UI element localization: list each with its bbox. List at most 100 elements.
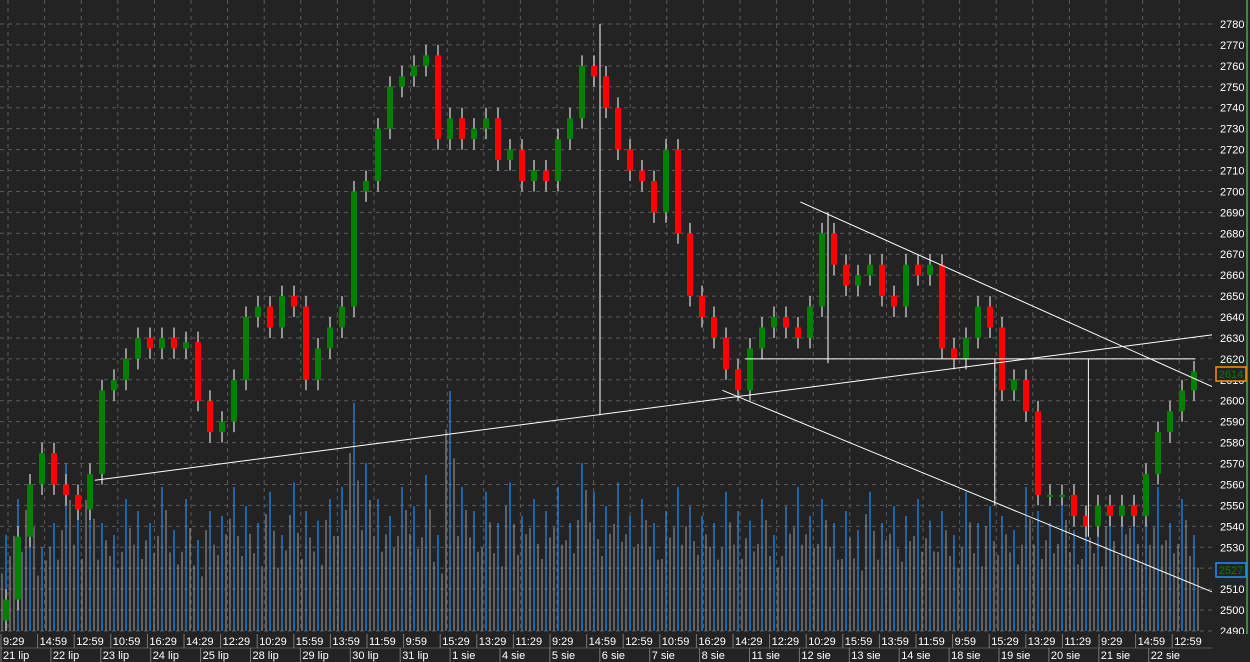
candle-body (1143, 473, 1149, 516)
candle-body (291, 296, 297, 307)
time-label: 10:59 (662, 636, 690, 648)
candle-body (159, 337, 165, 349)
candle-body (951, 348, 957, 359)
candle-body (63, 484, 69, 495)
candle-body (459, 118, 465, 140)
y-tick-label: 2510 (1220, 584, 1244, 596)
candle-body (243, 317, 249, 380)
candle-body (987, 306, 993, 328)
time-label: 11:29 (1064, 636, 1091, 648)
date-label: 21 lip (3, 650, 29, 662)
candle-body (939, 264, 945, 349)
candle-body (519, 149, 525, 181)
time-label: 14:29 (186, 636, 214, 648)
time-label: 10:59 (113, 636, 141, 648)
date-label: 23 lip (103, 650, 129, 662)
candle-body (363, 180, 369, 192)
last-volume-label: 2527 (1219, 565, 1243, 577)
candle-body (1035, 411, 1041, 495)
candle-body (831, 233, 837, 265)
y-tick-label: 2660 (1220, 270, 1244, 282)
candle-body (27, 484, 33, 537)
candle-body (255, 306, 261, 318)
date-label: 1 sie (452, 650, 475, 662)
candle-body (207, 400, 213, 433)
candle-body (723, 337, 729, 370)
last-volume-badge: 2527 (1215, 562, 1247, 578)
candle-body (1191, 371, 1197, 391)
candle-body (1095, 505, 1101, 527)
last-price-badge: 2614 (1215, 366, 1247, 382)
candle-body (303, 306, 309, 380)
y-tick-label: 2760 (1220, 61, 1244, 73)
candle-body (735, 369, 741, 391)
stock-chart[interactable]: 2490250025102520253025402550256025702580… (0, 0, 1250, 662)
candle-body (399, 76, 405, 87)
time-label: 9:29 (3, 636, 24, 648)
candle-body (327, 327, 333, 349)
candle-body (843, 264, 849, 286)
candle-body (171, 337, 177, 349)
candle-body (411, 65, 417, 77)
candle-body (435, 55, 441, 140)
candle-body (3, 599, 9, 621)
y-tick-label: 2670 (1220, 249, 1244, 261)
candle-body (891, 296, 897, 307)
candle-body (879, 264, 885, 297)
time-label: 9:59 (406, 636, 427, 648)
time-label: 13:59 (881, 636, 909, 648)
date-label: 19 sie (1001, 650, 1030, 662)
candle-body (351, 191, 357, 307)
candle-body (543, 170, 549, 181)
date-label: 13 sie (851, 650, 880, 662)
candle-body (51, 453, 57, 485)
candle-body (495, 118, 501, 161)
candle-body (447, 118, 453, 140)
candle-body (1107, 505, 1113, 516)
candle-body (147, 337, 153, 349)
date-label: 21 sie (1101, 650, 1130, 662)
time-label: 12:29 (772, 636, 800, 648)
time-label: 15:29 (991, 636, 1019, 648)
candle-body (795, 327, 801, 338)
candle-body (123, 358, 129, 380)
y-tick-label: 2630 (1220, 333, 1244, 345)
candle-body (1155, 432, 1161, 474)
candle-body (651, 180, 657, 213)
candle-body (579, 65, 585, 119)
candle-body (315, 348, 321, 380)
candle-body (1023, 379, 1029, 412)
candle-body (15, 536, 21, 600)
y-tick-label: 2590 (1220, 417, 1244, 429)
date-label: 28 lip (253, 650, 279, 662)
candle-body (39, 453, 45, 485)
candle-body (975, 306, 981, 338)
time-axis[interactable]: 9:29 14:59 12:59 10:59 16:29 14:29 12:29 10:29 1… (0, 634, 1250, 662)
candle-body (1059, 494, 1065, 497)
candle-body (663, 149, 669, 213)
time-label: 15:29 (442, 636, 470, 648)
date-label: 4 sie (502, 650, 525, 662)
candle-body (759, 327, 765, 349)
candle-body (1131, 505, 1137, 516)
candle-body (483, 118, 489, 129)
time-label: 14:59 (1138, 636, 1166, 648)
candle-body (807, 306, 813, 338)
time-label: 12:59 (625, 636, 653, 648)
candle-body (135, 337, 141, 359)
date-label: 20 sie (1051, 650, 1080, 662)
candle-body (591, 65, 597, 77)
candle-body (555, 139, 561, 181)
y-tick-label: 2700 (1220, 186, 1244, 198)
candle-body (219, 421, 225, 433)
candle-body (603, 76, 609, 108)
y-tick-label: 2710 (1220, 166, 1244, 178)
date-label: 12 sie (801, 650, 830, 662)
candle-body (231, 379, 237, 422)
candle-body (855, 275, 861, 286)
candle-body (279, 296, 285, 328)
time-label: 14:59 (589, 636, 617, 648)
date-label: 29 lip (302, 650, 328, 662)
candle-body (927, 264, 933, 276)
time-label: 10:29 (259, 636, 287, 648)
